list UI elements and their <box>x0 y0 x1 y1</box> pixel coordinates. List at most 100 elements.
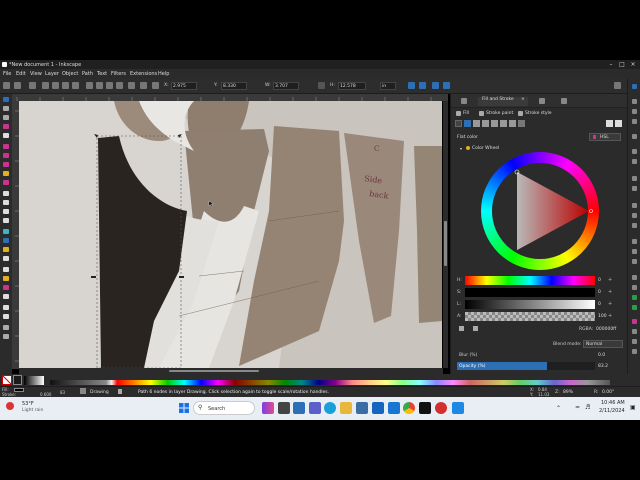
lower-icon[interactable] <box>106 82 113 89</box>
gradient-tool-icon[interactable] <box>3 267 9 272</box>
radial-gradient-button[interactable] <box>482 120 489 127</box>
fill-rule-nonzero-icon[interactable] <box>615 120 622 127</box>
rotate-cw-icon[interactable] <box>52 82 59 89</box>
new-doc-icon[interactable] <box>632 99 637 104</box>
lpe-tool-icon[interactable] <box>3 305 9 310</box>
saturation-slider[interactable] <box>465 288 595 297</box>
volume-icon[interactable]: ♬ <box>585 404 590 411</box>
copy-icon[interactable] <box>632 203 637 208</box>
mesh-tool-icon[interactable] <box>3 276 9 281</box>
spray-tool-icon[interactable] <box>3 229 9 234</box>
horizontal-ruler[interactable] <box>12 94 448 101</box>
alpha-slider[interactable] <box>465 312 595 321</box>
eyedropper-icon[interactable] <box>473 326 478 331</box>
pages-tool-icon[interactable] <box>3 314 9 319</box>
tray-chevron-icon[interactable]: ⌃ <box>556 405 561 412</box>
print-icon[interactable] <box>632 134 637 139</box>
vertical-scrollbar[interactable] <box>443 101 448 368</box>
rectangle-tool-icon[interactable] <box>3 144 9 149</box>
paste-icon[interactable] <box>632 223 637 228</box>
opacity-value[interactable]: 83.2 <box>598 364 608 369</box>
menu-edit[interactable]: Edit <box>16 71 26 77</box>
group-icon[interactable] <box>632 295 637 300</box>
stroke-paint-tab[interactable]: Stroke paint <box>486 111 513 116</box>
current-fill-swatch[interactable] <box>13 375 22 385</box>
select-in-all-layers-icon[interactable] <box>14 82 21 89</box>
text-font-dialog-icon[interactable] <box>632 329 637 334</box>
hue-stepper-icon[interactable]: + <box>608 277 612 283</box>
raise-to-top-icon[interactable] <box>86 82 93 89</box>
microsoft-store-icon[interactable] <box>356 402 368 414</box>
menu-view[interactable]: View <box>30 71 42 77</box>
zoom-page-icon[interactable] <box>632 259 637 264</box>
lower-to-bottom-icon[interactable] <box>116 82 123 89</box>
mail-icon[interactable] <box>372 402 384 414</box>
duplicate-icon[interactable] <box>632 275 637 280</box>
rgba-field[interactable]: 000000ff <box>596 327 616 332</box>
saturation-value[interactable]: 0 <box>598 290 601 295</box>
spiral-tool-icon[interactable] <box>3 180 9 185</box>
connector-tool-icon[interactable] <box>3 294 9 299</box>
fill-stroke-dialog-icon[interactable] <box>632 319 637 324</box>
vertical-ruler[interactable] <box>12 101 19 369</box>
clone-icon[interactable] <box>632 285 637 290</box>
layer-visibility-icon[interactable] <box>80 388 86 394</box>
drawing-canvas[interactable]: Side back C <box>19 101 442 368</box>
y-field[interactable]: 8.330 <box>221 82 247 90</box>
current-layer-select[interactable]: Drawing <box>90 390 109 395</box>
zoom-field[interactable]: 89% <box>563 390 573 395</box>
maximize-button[interactable]: □ <box>617 61 627 68</box>
node-tool-icon[interactable] <box>3 106 9 111</box>
teams-icon[interactable] <box>309 402 321 414</box>
alpha-stepper-icon[interactable]: + <box>608 313 612 319</box>
flat-color-button[interactable] <box>464 120 471 127</box>
lightness-stepper-icon[interactable]: + <box>608 301 612 307</box>
menu-path[interactable]: Path <box>82 71 93 77</box>
no-color-swatch[interactable] <box>2 375 12 385</box>
zoom-drawing-icon[interactable] <box>632 249 637 254</box>
menu-layer[interactable]: Layer <box>45 71 59 77</box>
weather-temp[interactable]: 53°F <box>22 401 34 407</box>
move-patterns-icon[interactable] <box>443 82 450 89</box>
blend-mode-select[interactable]: Normal <box>583 340 623 348</box>
lightness-value[interactable]: 0 <box>598 302 601 307</box>
distribute-icon[interactable] <box>140 82 147 89</box>
inkscape-taskbar-icon[interactable] <box>419 402 431 414</box>
document-props-icon[interactable] <box>561 98 567 104</box>
align-dialog-icon[interactable] <box>539 98 545 104</box>
xml-editor-icon[interactable] <box>632 339 637 344</box>
rotate-ccw-icon[interactable] <box>42 82 49 89</box>
opacity-slider-track[interactable] <box>547 362 595 370</box>
network-icon[interactable]: ≈ <box>575 404 580 411</box>
notifications-icon[interactable]: ▣ <box>630 404 636 411</box>
minimize-button[interactable]: – <box>606 61 616 68</box>
fill-tab[interactable]: Fill <box>463 111 469 116</box>
color-mode-select[interactable]: HSL <box>589 133 621 141</box>
menu-filters[interactable]: Filters <box>111 71 126 77</box>
close-button[interactable]: × <box>628 61 638 68</box>
taskbar-search-box[interactable]: ⚲ Search <box>193 401 255 415</box>
snap-toggle-icon[interactable] <box>632 84 637 89</box>
move-gradients-icon[interactable] <box>432 82 439 89</box>
preferences-icon[interactable] <box>632 349 637 354</box>
app-icon-blue[interactable] <box>452 402 464 414</box>
selector-tool-icon[interactable] <box>3 97 9 102</box>
paint-bucket-tool-icon[interactable] <box>3 256 9 261</box>
pattern-button[interactable] <box>500 120 507 127</box>
unset-paint-button[interactable] <box>518 120 525 127</box>
widgets-icon[interactable] <box>293 402 305 414</box>
color-wheel-label[interactable]: Color Wheel <box>472 146 499 151</box>
swatch-button[interactable] <box>509 120 516 127</box>
stroke-paint-tab-icon[interactable] <box>479 111 484 116</box>
text-tool-icon[interactable] <box>3 218 9 223</box>
pen-tool-icon[interactable] <box>3 200 9 205</box>
weather-icon[interactable] <box>6 402 14 410</box>
hand-tool-icon[interactable] <box>3 334 9 339</box>
cut-icon[interactable] <box>632 213 637 218</box>
linear-gradient-button[interactable] <box>473 120 480 127</box>
ellipse-tool-icon[interactable] <box>3 162 9 167</box>
pencil-tool-icon[interactable] <box>3 191 9 196</box>
hue-value[interactable]: 0 <box>598 278 601 283</box>
dialog-icon[interactable] <box>461 98 467 104</box>
edge-icon[interactable] <box>324 402 336 414</box>
